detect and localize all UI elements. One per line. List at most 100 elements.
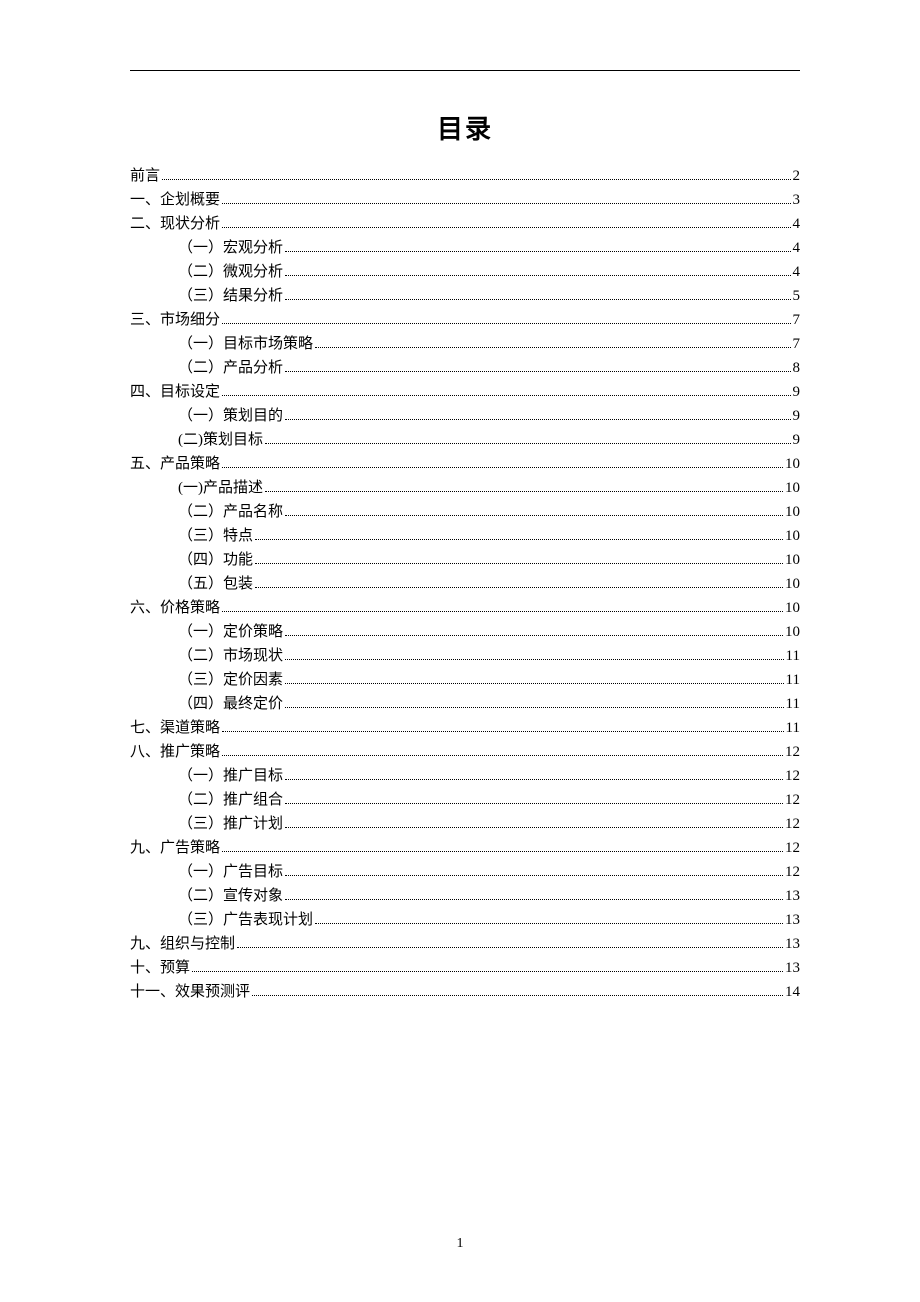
- toc-entry-page: 4: [793, 236, 801, 260]
- toc-entry-page: 11: [786, 668, 800, 692]
- toc-entry[interactable]: 十一、效果预测评 14: [130, 980, 800, 1004]
- toc-leader-dots: [222, 731, 784, 732]
- toc-entry-label: （一）广告目标: [130, 860, 283, 884]
- toc-entry-label: （二）产品名称: [130, 500, 283, 524]
- toc-entry[interactable]: 三、市场细分 7: [130, 308, 800, 332]
- toc-entry[interactable]: （四）功能10: [130, 548, 800, 572]
- toc-entry[interactable]: （二）产品分析8: [130, 356, 800, 380]
- toc-leader-dots: [285, 515, 783, 516]
- toc-entry-label: 十一、效果预测评: [130, 980, 250, 1004]
- toc-entry-label: 三、市场细分: [130, 308, 220, 332]
- toc-entry-page: 14: [785, 980, 800, 1004]
- toc-leader-dots: [162, 179, 790, 180]
- toc-entry[interactable]: 一、企划概要 3: [130, 188, 800, 212]
- toc-entry-page: 10: [785, 572, 800, 596]
- toc-entry-page: 10: [785, 452, 800, 476]
- toc-entry[interactable]: （二）市场现状11: [130, 644, 800, 668]
- toc-entry-label: (一)产品描述: [130, 476, 263, 500]
- toc-entry-page: 7: [793, 308, 801, 332]
- toc-entry[interactable]: (二)策划目标9: [130, 428, 800, 452]
- toc-entry-page: 5: [793, 284, 801, 308]
- toc-leader-dots: [222, 323, 790, 324]
- toc-entry[interactable]: 前言2: [130, 164, 800, 188]
- toc-entry[interactable]: 二、现状分析4: [130, 212, 800, 236]
- toc-entry-page: 10: [785, 476, 800, 500]
- toc-entry-label: (二)策划目标: [130, 428, 263, 452]
- toc-entry[interactable]: (一)产品描述 10: [130, 476, 800, 500]
- toc-entry-page: 11: [786, 716, 800, 740]
- toc-entry[interactable]: （一）广告目标 12: [130, 860, 800, 884]
- toc-entry-page: 10: [785, 620, 800, 644]
- toc-entry-page: 12: [785, 812, 800, 836]
- toc-entry-label: （一）定价策略: [130, 620, 283, 644]
- toc-entry-label: 十、预算: [130, 956, 190, 980]
- toc-entry-label: 前言: [130, 164, 160, 188]
- toc-entry-label: 一、企划概要: [130, 188, 220, 212]
- toc-entry-label: 四、目标设定: [130, 380, 220, 404]
- toc-entry[interactable]: （三）定价因素 11: [130, 668, 800, 692]
- toc-entry[interactable]: 九、组织与控制13: [130, 932, 800, 956]
- toc-leader-dots: [285, 683, 784, 684]
- toc-entry-label: 七、渠道策略: [130, 716, 220, 740]
- toc-entry-page: 10: [785, 500, 800, 524]
- toc-entry-page: 13: [785, 932, 800, 956]
- toc-leader-dots: [255, 563, 783, 564]
- toc-entry[interactable]: 六、价格策略10: [130, 596, 800, 620]
- toc-entry[interactable]: 七、渠道策略 11: [130, 716, 800, 740]
- toc-leader-dots: [265, 491, 783, 492]
- toc-leader-dots: [222, 755, 783, 756]
- toc-entry[interactable]: （二）产品名称 10: [130, 500, 800, 524]
- toc-entry-page: 13: [785, 908, 800, 932]
- toc-entry[interactable]: （三）特点10: [130, 524, 800, 548]
- toc-entry-label: （三）结果分析: [130, 284, 283, 308]
- toc-entry-page: 10: [785, 524, 800, 548]
- toc-entry-label: （一）推广目标: [130, 764, 283, 788]
- toc-leader-dots: [222, 395, 790, 396]
- toc-leader-dots: [222, 467, 783, 468]
- toc-leader-dots: [222, 851, 783, 852]
- toc-entry[interactable]: 十、预算 13: [130, 956, 800, 980]
- toc-entry-page: 13: [785, 956, 800, 980]
- toc-leader-dots: [315, 347, 790, 348]
- toc-entry[interactable]: （三）推广计划12: [130, 812, 800, 836]
- toc-entry[interactable]: 八、推广策略12: [130, 740, 800, 764]
- toc-leader-dots: [285, 371, 790, 372]
- toc-entry[interactable]: （四）最终定价11: [130, 692, 800, 716]
- toc-entry[interactable]: （一）宏观分析4: [130, 236, 800, 260]
- toc-entry-page: 3: [793, 188, 801, 212]
- toc-entry-page: 12: [785, 836, 800, 860]
- toc-entry-label: （二）宣传对象: [130, 884, 283, 908]
- toc-leader-dots: [222, 203, 790, 204]
- table-of-contents: 前言2一、企划概要 3二、现状分析4（一）宏观分析4（二）微观分析4（三）结果分析…: [130, 164, 800, 1004]
- toc-leader-dots: [252, 995, 783, 996]
- toc-leader-dots: [285, 659, 784, 660]
- toc-entry[interactable]: （一）推广目标 12: [130, 764, 800, 788]
- toc-entry-label: 五、产品策略: [130, 452, 220, 476]
- toc-entry-page: 12: [785, 764, 800, 788]
- toc-leader-dots: [222, 227, 790, 228]
- toc-entry[interactable]: （三）结果分析 5: [130, 284, 800, 308]
- toc-entry[interactable]: （五）包装10: [130, 572, 800, 596]
- toc-leader-dots: [285, 803, 783, 804]
- top-rule: [130, 70, 800, 71]
- toc-entry-page: 11: [786, 644, 800, 668]
- toc-entry-label: （三）定价因素: [130, 668, 283, 692]
- toc-entry-page: 12: [785, 860, 800, 884]
- toc-entry-label: 九、广告策略: [130, 836, 220, 860]
- toc-entry[interactable]: 五、产品策略 10: [130, 452, 800, 476]
- toc-entry[interactable]: （二）推广组合12: [130, 788, 800, 812]
- toc-leader-dots: [285, 251, 790, 252]
- toc-entry[interactable]: （一）策划目的9: [130, 404, 800, 428]
- toc-entry-page: 4: [793, 260, 801, 284]
- toc-entry[interactable]: （二）宣传对象13: [130, 884, 800, 908]
- toc-entry[interactable]: （一）目标市场策略7: [130, 332, 800, 356]
- toc-entry[interactable]: （一）定价策略 10: [130, 620, 800, 644]
- toc-leader-dots: [285, 707, 784, 708]
- toc-entry[interactable]: 九、广告策略 12: [130, 836, 800, 860]
- toc-entry-label: （三）广告表现计划: [130, 908, 313, 932]
- footer-page-number: 1: [0, 1236, 920, 1252]
- toc-entry[interactable]: 四、目标设定9: [130, 380, 800, 404]
- toc-entry[interactable]: （三）广告表现计划 13: [130, 908, 800, 932]
- toc-entry[interactable]: （二）微观分析4: [130, 260, 800, 284]
- toc-entry-label: （二）推广组合: [130, 788, 283, 812]
